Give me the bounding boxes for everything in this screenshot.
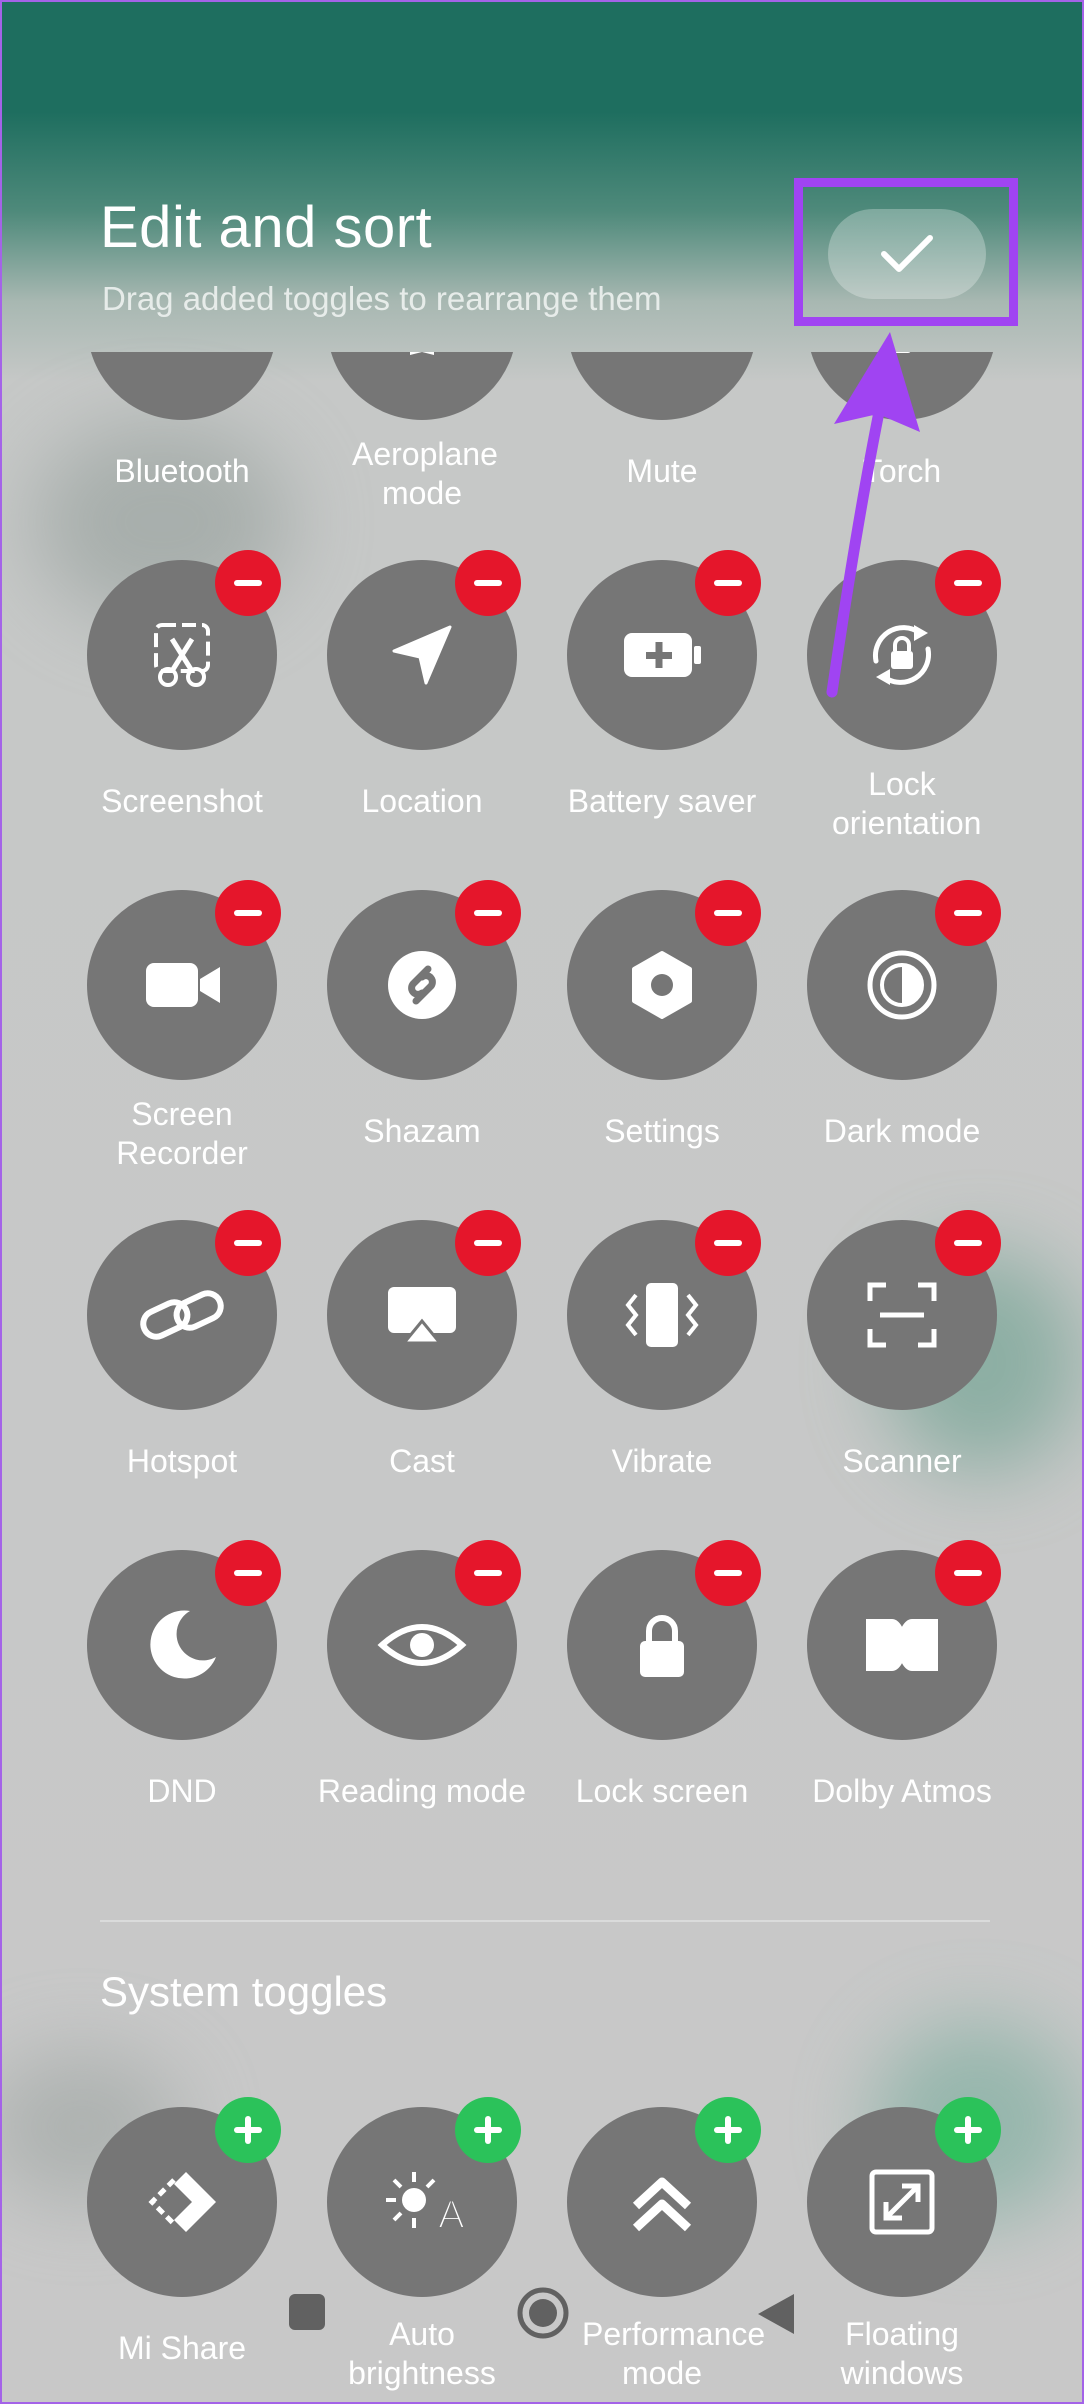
contrast-icon bbox=[867, 950, 937, 1020]
minus-icon bbox=[234, 1240, 262, 1246]
bluetooth-icon bbox=[137, 352, 227, 370]
back-icon[interactable] bbox=[754, 2292, 798, 2336]
minus-icon bbox=[474, 580, 502, 586]
toggle-label: Hotspot bbox=[126, 1443, 238, 1479]
scissors-icon bbox=[154, 623, 210, 687]
toggle-label: DND bbox=[147, 1773, 217, 1809]
minus-icon bbox=[714, 910, 742, 916]
vibrate-icon bbox=[625, 1283, 699, 1347]
system-toggles-heading: System toggles bbox=[100, 1968, 388, 2015]
screen: Edit and sort Drag added toggles to rear… bbox=[0, 0, 1084, 2404]
remove-toggle-button[interactable] bbox=[695, 880, 761, 946]
link-icon bbox=[140, 1290, 224, 1340]
remove-toggle-button[interactable] bbox=[935, 880, 1001, 946]
remove-toggle-button[interactable] bbox=[455, 550, 521, 616]
remove-toggle-button[interactable] bbox=[455, 1210, 521, 1276]
toggle-label: Mute bbox=[626, 453, 698, 489]
gear-icon bbox=[632, 951, 692, 1019]
remove-toggle-button[interactable] bbox=[455, 880, 521, 946]
toggle-label: Dolby Atmos bbox=[812, 1773, 992, 1809]
minus-icon bbox=[714, 580, 742, 586]
pointer-arrow-icon bbox=[826, 332, 920, 698]
minus-icon bbox=[714, 1570, 742, 1576]
location-arrow-icon bbox=[392, 625, 452, 685]
remove-toggle-button[interactable] bbox=[215, 1540, 281, 1606]
toggle-button[interactable] bbox=[87, 352, 277, 420]
minus-icon bbox=[234, 910, 262, 916]
toggle-label: Performance mode bbox=[582, 2316, 766, 2391]
remove-toggle-button[interactable] bbox=[215, 1210, 281, 1276]
remove-toggle-button[interactable] bbox=[935, 550, 1001, 616]
eye-icon bbox=[377, 1624, 467, 1666]
section-divider bbox=[100, 1920, 990, 1922]
remove-toggle-button[interactable] bbox=[455, 1540, 521, 1606]
minus-icon bbox=[234, 1570, 262, 1576]
toggle-label: Cast bbox=[389, 1443, 455, 1479]
chevrons-up-icon bbox=[632, 2177, 692, 2232]
remove-toggle-button[interactable] bbox=[935, 1540, 1001, 1606]
plus-icon bbox=[954, 2116, 982, 2144]
toggle-label: Dark mode bbox=[823, 1113, 981, 1149]
add-toggle-button[interactable] bbox=[695, 2097, 761, 2163]
remove-toggle-button[interactable] bbox=[695, 550, 761, 616]
toggle-label: Settings bbox=[604, 1113, 720, 1149]
moon-icon bbox=[150, 1610, 217, 1679]
minus-icon bbox=[234, 580, 262, 586]
plus-icon bbox=[714, 2116, 742, 2144]
toggle-label: Mi Share bbox=[117, 2330, 247, 2366]
toggle-label: Lock orientation bbox=[832, 766, 982, 841]
toggle-label: Aeroplane mode bbox=[352, 436, 498, 511]
minus-icon bbox=[714, 1240, 742, 1246]
toggle-label: Vibrate bbox=[611, 1443, 713, 1479]
minus-icon bbox=[474, 1570, 502, 1576]
add-toggle-button[interactable] bbox=[455, 2097, 521, 2163]
page-subtitle: Drag added toggles to rearrange them bbox=[102, 280, 662, 317]
toggle-label: Scanner bbox=[842, 1443, 962, 1479]
auto-brightness-icon: A bbox=[386, 2172, 466, 2238]
cast-icon bbox=[388, 1287, 456, 1345]
remove-toggle-button[interactable] bbox=[215, 550, 281, 616]
toggle-button[interactable] bbox=[567, 352, 757, 420]
toggle-label: Reading mode bbox=[317, 1773, 527, 1809]
scan-icon bbox=[867, 1282, 937, 1348]
toggle-label: Screen Recorder bbox=[116, 1096, 248, 1171]
remove-toggle-button[interactable] bbox=[695, 1210, 761, 1276]
toggle-label: Shazam bbox=[363, 1113, 481, 1149]
add-toggle-button[interactable] bbox=[935, 2097, 1001, 2163]
airplane-icon bbox=[410, 352, 434, 355]
minus-icon bbox=[474, 1240, 502, 1246]
minus-icon bbox=[954, 1240, 982, 1246]
toggle-label: Floating windows bbox=[840, 2316, 964, 2391]
padlock-icon bbox=[640, 1615, 684, 1677]
minus-icon bbox=[954, 580, 982, 586]
bell-icon bbox=[617, 352, 707, 370]
plus-icon bbox=[474, 2116, 502, 2144]
video-camera-icon bbox=[146, 963, 220, 1007]
minus-icon bbox=[474, 910, 502, 916]
add-toggle-button[interactable] bbox=[215, 2097, 281, 2163]
home-icon[interactable] bbox=[516, 2286, 570, 2340]
recents-icon[interactable] bbox=[287, 2292, 327, 2332]
floating-window-icon bbox=[869, 2169, 935, 2235]
minus-icon bbox=[954, 910, 982, 916]
toggle-button[interactable] bbox=[327, 352, 517, 420]
minus-icon bbox=[954, 1570, 982, 1576]
shazam-icon bbox=[388, 951, 456, 1019]
toggle-label: Auto brightness bbox=[348, 2316, 496, 2391]
battery-plus-icon bbox=[624, 633, 701, 677]
remove-toggle-button[interactable] bbox=[215, 880, 281, 946]
toggle-label: Lock screen bbox=[575, 1773, 749, 1809]
remove-toggle-button[interactable] bbox=[935, 1210, 1001, 1276]
mi-share-icon bbox=[148, 2172, 216, 2232]
svg-text:A: A bbox=[438, 2193, 465, 2237]
toggle-label: Screenshot bbox=[101, 783, 263, 819]
remove-toggle-button[interactable] bbox=[695, 1540, 761, 1606]
toggle-label: Bluetooth bbox=[114, 453, 250, 489]
toggle-label: Location bbox=[361, 783, 483, 819]
plus-icon bbox=[234, 2116, 262, 2144]
dolby-icon bbox=[866, 1619, 938, 1671]
page-title: Edit and sort bbox=[100, 195, 433, 260]
confirm-highlight-box bbox=[794, 178, 1018, 326]
toggle-label: Battery saver bbox=[567, 783, 757, 819]
